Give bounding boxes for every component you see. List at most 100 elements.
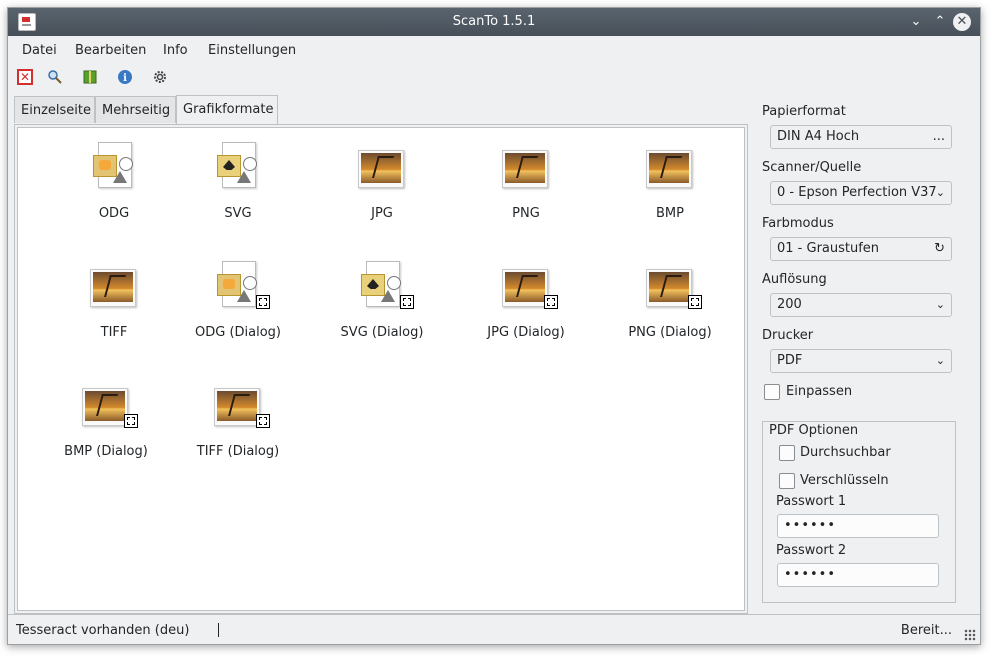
passwort2-input[interactable]: ••••••	[777, 563, 939, 587]
format-icon-view[interactable]: ODG SVG JPG PNG BMP TIFF ODG (Dialog) SVG (Dial…	[17, 127, 745, 611]
status-ocr: Tesseract vorhanden (deu)	[16, 623, 190, 638]
close-doc-icon[interactable]: ✕	[17, 69, 33, 85]
format-label: ODG (Dialog)	[195, 325, 281, 340]
minimize-icon[interactable]: ⌄	[906, 12, 926, 32]
window-title: ScanTo 1.5.1	[452, 14, 536, 29]
format-item[interactable]: PNG	[466, 136, 586, 236]
durchsuchbar-checkbox[interactable]	[779, 445, 795, 461]
pdf-options-group: PDF Optionen Durchsuchbar Verschlüsseln …	[762, 421, 956, 603]
drawing-file-icon	[217, 142, 257, 188]
durchsuchbar-label: Durchsuchbar	[800, 445, 891, 460]
farbmodus-field[interactable]: 01 - Graustufen ↻	[770, 237, 952, 261]
dialog-badge-icon	[256, 414, 270, 428]
status-ready: Bereit...	[900, 623, 952, 638]
image-file-icon	[358, 150, 404, 188]
format-item[interactable]: BMP	[610, 136, 730, 236]
drucker-label: Drucker	[762, 328, 814, 343]
drawing-file-icon	[361, 261, 401, 307]
passwort1-label: Passwort 1	[776, 494, 847, 509]
info-icon[interactable]: i	[117, 69, 133, 85]
pdf-options-title: PDF Optionen	[769, 423, 859, 438]
chevron-down-icon: ⌄	[935, 298, 945, 311]
chevron-down-icon: ⌄	[935, 186, 945, 199]
maximize-icon[interactable]: ⌃	[930, 12, 950, 32]
status-separator	[218, 623, 219, 637]
passwort1-input[interactable]: ••••••	[777, 514, 939, 538]
gear-icon[interactable]	[152, 69, 168, 85]
format-label: PNG	[512, 206, 540, 221]
dialog-badge-icon	[256, 295, 270, 309]
format-label: ODG	[98, 206, 130, 221]
einpassen-label: Einpassen	[786, 384, 853, 399]
drawing-file-icon	[217, 261, 257, 307]
verschluesseln-label: Verschlüsseln	[800, 473, 889, 488]
menu-info[interactable]: Info	[163, 43, 188, 58]
title-bar[interactable]: ScanTo 1.5.1 ⌄ ⌃ ✕	[8, 8, 980, 36]
svg-text:i: i	[123, 73, 127, 84]
scanner-value: 0 - Epson Perfection V37	[777, 185, 937, 200]
verschluesseln-checkbox[interactable]	[779, 473, 795, 489]
chevron-down-icon: ⌄	[935, 354, 945, 367]
menu-datei[interactable]: Datei	[22, 43, 57, 58]
papierformat-label: Papierformat	[762, 104, 846, 119]
format-label: BMP	[656, 206, 684, 221]
format-item[interactable]: JPG	[322, 136, 442, 236]
format-label: PNG (Dialog)	[628, 325, 712, 340]
search-icon[interactable]	[47, 69, 63, 85]
format-item[interactable]: SVG (Dialog)	[322, 255, 442, 355]
drucker-value: PDF	[777, 353, 803, 368]
image-file-icon	[82, 388, 128, 426]
format-label: BMP (Dialog)	[64, 444, 148, 459]
format-label: TIFF	[100, 325, 128, 340]
tab-grafikformate[interactable]: Grafikformate	[176, 95, 278, 124]
format-label: SVG	[224, 206, 252, 221]
image-file-icon	[214, 388, 260, 426]
toolbar: ✕ i	[8, 68, 408, 90]
format-item[interactable]: ODG (Dialog)	[178, 255, 298, 355]
close-icon[interactable]: ✕	[953, 13, 971, 31]
dialog-badge-icon	[124, 414, 138, 428]
format-label: SVG (Dialog)	[340, 325, 424, 340]
papierformat-field[interactable]: DIN A4 Hoch ...	[770, 125, 952, 149]
farbmodus-label: Farbmodus	[762, 216, 834, 231]
format-label: JPG	[371, 206, 393, 221]
aufloesung-value: 200	[777, 297, 802, 312]
scanner-label: Scanner/Quelle	[762, 160, 862, 175]
format-item[interactable]: BMP (Dialog)	[46, 374, 166, 474]
main-window: ScanTo 1.5.1 ⌄ ⌃ ✕ Datei Bearbeiten Info…	[7, 7, 981, 645]
format-item[interactable]: PNG (Dialog)	[610, 255, 730, 355]
tab-einzelseite[interactable]: Einzelseite	[14, 96, 95, 123]
format-label: JPG (Dialog)	[487, 325, 565, 340]
format-item[interactable]: ODG	[54, 136, 174, 236]
format-item[interactable]: TIFF (Dialog)	[178, 374, 298, 474]
dialog-badge-icon	[400, 295, 414, 309]
menu-bar: Datei Bearbeiten Info Einstellungen	[8, 39, 980, 63]
resize-grip-icon[interactable]	[964, 629, 976, 641]
papierformat-more-button[interactable]: ...	[933, 126, 945, 148]
papierformat-value: DIN A4 Hoch	[777, 129, 860, 144]
book-icon[interactable]	[82, 69, 98, 85]
format-item[interactable]: JPG (Dialog)	[466, 255, 586, 355]
format-label: TIFF (Dialog)	[196, 444, 280, 459]
einpassen-checkbox[interactable]	[764, 384, 780, 400]
tab-mehrseitig[interactable]: Mehrseitig	[95, 96, 176, 123]
dialog-badge-icon	[688, 295, 702, 309]
drucker-select[interactable]: PDF ⌄	[770, 349, 952, 373]
dialog-badge-icon	[544, 295, 558, 309]
tab-panel: ODG SVG JPG PNG BMP TIFF ODG (Dialog) SVG (Dial…	[14, 124, 748, 614]
image-file-icon	[646, 269, 692, 307]
format-item[interactable]: TIFF	[54, 255, 174, 355]
aufloesung-label: Auflösung	[762, 272, 827, 287]
drawing-file-icon	[93, 142, 133, 188]
status-bar: Tesseract vorhanden (deu) Bereit...	[8, 614, 980, 645]
refresh-icon[interactable]: ↻	[934, 238, 945, 260]
image-file-icon	[502, 269, 548, 307]
aufloesung-select[interactable]: 200 ⌄	[770, 293, 952, 317]
menu-bearbeiten[interactable]: Bearbeiten	[75, 43, 146, 58]
farbmodus-value: 01 - Graustufen	[777, 241, 880, 256]
menu-einstellungen[interactable]: Einstellungen	[208, 43, 296, 58]
passwort2-label: Passwort 2	[776, 543, 847, 558]
image-file-icon	[502, 150, 548, 188]
scanner-select[interactable]: 0 - Epson Perfection V37 ⌄	[770, 181, 952, 205]
format-item[interactable]: SVG	[178, 136, 298, 236]
